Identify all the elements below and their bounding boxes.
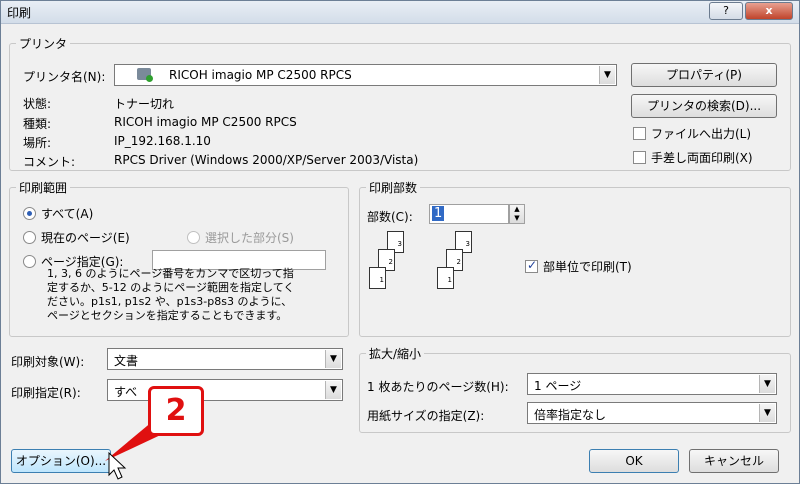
status-value: トナー切れ	[114, 97, 175, 111]
scale-label: 用紙サイズの指定(Z):	[367, 409, 485, 423]
manual-duplex-checkbox[interactable]	[633, 151, 646, 164]
uncollated-pages-icon: 3 2 1	[369, 231, 429, 295]
pages-per-sheet-label: 1 枚あたりのページ数(H):	[367, 380, 509, 394]
location-value: IP_192.168.1.10	[114, 134, 211, 148]
print-to-file-label[interactable]: ファイルへ出力(L)	[651, 125, 751, 142]
collate-label[interactable]: 部単位で印刷(T)	[543, 258, 632, 275]
copies-count-label: 部数(C):	[367, 210, 413, 224]
range-all-radio[interactable]	[23, 207, 36, 220]
print-setting-value: すべ	[114, 385, 138, 399]
location-label: 場所:	[23, 136, 52, 150]
print-what-combo[interactable]: 文書 ▼	[107, 348, 343, 370]
range-selection-label[interactable]: 選択した部分(S)	[205, 229, 294, 246]
print-setting-label: 印刷指定(R):	[11, 386, 81, 400]
find-printer-button[interactable]: プリンタの検索(D)...	[631, 94, 777, 118]
range-selection-radio[interactable]	[187, 231, 200, 244]
copies-spinner[interactable]: ▲ ▼	[509, 204, 525, 224]
printer-name-label: プリンタ名(N):	[23, 70, 106, 84]
printer-group-title: プリンタ	[16, 35, 71, 52]
pages-per-sheet-value: 1 ページ	[534, 379, 582, 393]
copies-count-input[interactable]: 1	[429, 204, 509, 224]
zoom-group-title: 拡大/縮小	[366, 345, 425, 362]
chevron-down-icon[interactable]: ▼	[325, 381, 341, 399]
help-button[interactable]: ?	[709, 2, 743, 20]
step-number-callout: 2	[148, 386, 204, 436]
scale-combo[interactable]: 倍率指定なし ▼	[527, 402, 777, 424]
copies-count-value: 1	[432, 206, 445, 221]
chevron-down-icon[interactable]: ▼	[759, 375, 775, 393]
ok-button[interactable]: OK	[589, 449, 679, 473]
comment-label: コメント:	[23, 155, 76, 169]
range-pages-radio[interactable]	[23, 255, 36, 268]
printer-name-combo[interactable]: RICOH imagio MP C2500 RPCS ▼	[114, 64, 617, 86]
range-current-page-label[interactable]: 現在のページ(E)	[41, 229, 130, 246]
manual-duplex-label[interactable]: 手差し両面印刷(X)	[651, 149, 753, 166]
chevron-down-icon[interactable]: ▼	[759, 404, 775, 422]
print-setting-combo[interactable]: すべ ▼	[107, 379, 343, 401]
type-label: 種類:	[23, 117, 52, 131]
window-title: 印刷	[7, 6, 32, 20]
range-help-text: 1, 3, 6 のようにページ番号をカンマで区切って指 定するか、5-12 のよ…	[47, 267, 295, 322]
printer-status-icon	[146, 75, 153, 82]
comment-value: RPCS Driver (Windows 2000/XP/Server 2003…	[114, 153, 419, 167]
chevron-down-icon[interactable]: ▼	[599, 66, 615, 84]
copies-group-title: 印刷部数	[366, 179, 421, 196]
print-what-label: 印刷対象(W):	[11, 355, 85, 369]
properties-button[interactable]: プロパティ(P)	[631, 63, 777, 87]
print-what-value: 文書	[114, 354, 139, 368]
type-value: RICOH imagio MP C2500 RPCS	[114, 115, 297, 129]
page-range-group-title: 印刷範囲	[16, 179, 71, 196]
range-all-label[interactable]: すべて(A)	[41, 205, 93, 222]
page-icon: 1	[437, 267, 454, 289]
cursor-icon	[108, 451, 127, 480]
print-to-file-checkbox[interactable]	[633, 127, 646, 140]
range-current-page-radio[interactable]	[23, 231, 36, 244]
printer-name-value: RICOH imagio MP C2500 RPCS	[169, 68, 352, 82]
pages-per-sheet-combo[interactable]: 1 ページ ▼	[527, 373, 777, 395]
cancel-button[interactable]: キャンセル	[689, 449, 779, 473]
scale-value: 倍率指定なし	[534, 408, 607, 422]
chevron-down-icon[interactable]: ▼	[325, 350, 341, 368]
options-button[interactable]: オプション(O)...	[11, 449, 111, 473]
print-dialog: 印刷 ? x プリンタ プリンタ名(N): RICOH imagio MP C2…	[0, 0, 800, 484]
close-button[interactable]: x	[745, 2, 793, 20]
title-bar: 印刷 ? x	[1, 1, 799, 24]
collate-checkbox[interactable]	[525, 258, 538, 273]
status-label: 状態:	[23, 97, 52, 111]
collated-pages-icon: 3 2 1	[437, 231, 497, 295]
page-icon: 1	[369, 267, 386, 289]
